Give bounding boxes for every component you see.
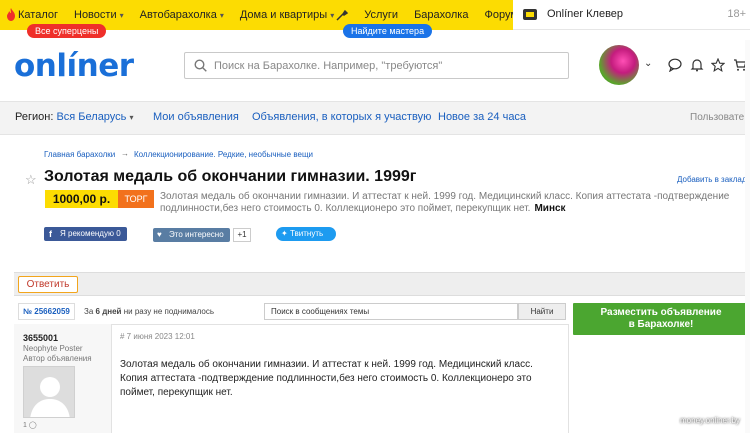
facebook-recommend-button[interactable]: fЯ рекомендую 0 <box>44 227 127 241</box>
region-value[interactable]: Вся Беларусь <box>56 111 126 123</box>
topnav-auto[interactable]: Автобарахолка ▾ <box>132 0 232 30</box>
user-placeholder-icon <box>30 377 70 417</box>
clever-label: Onlíner Клевер <box>547 8 624 20</box>
chevron-down-icon: ▾ <box>330 10 335 20</box>
vk-like-button[interactable]: ♥ Это интересно <box>153 228 230 242</box>
post-date[interactable]: # 7 июня 2023 12:01 <box>120 332 195 341</box>
tools-icon <box>336 9 348 21</box>
twitter-tweet-button[interactable]: ✦ Твитнуть <box>276 227 336 241</box>
region-selector[interactable]: Регион: Вся Беларусь ▾ <box>15 111 134 123</box>
post-author-rank: Neophyte Poster Автор объявления <box>23 344 92 363</box>
subnav-my-ads[interactable]: Мои объявления <box>153 111 239 123</box>
heart-icon: ♥ <box>157 230 162 239</box>
find-master-badge[interactable]: Найдите мастера <box>343 24 433 38</box>
subnav-participating[interactable]: Объявления, в которых я участвую <box>252 111 431 123</box>
clever-logo-icon <box>523 9 537 20</box>
page-title: Золотая медаль об окончании гимназии. 19… <box>44 168 417 185</box>
post-author-stats: 1 ◯ <box>23 422 37 429</box>
find-button[interactable]: Найти <box>518 303 566 320</box>
torg-badge: ТОРГ <box>118 190 154 208</box>
post-text: Золотая медаль об окончании гимназии. И … <box>120 359 533 398</box>
favorite-star-icon[interactable]: ☆ <box>25 172 37 188</box>
chevron-down-icon: ▾ <box>119 10 124 20</box>
avatar[interactable] <box>599 45 639 85</box>
reply-button[interactable]: Ответить <box>18 276 78 293</box>
arrow-right-icon: → <box>121 149 129 158</box>
facebook-icon: f <box>49 229 52 239</box>
place-ad-button[interactable]: Разместить объявление в Барахолке! <box>573 303 749 335</box>
add-bookmark-link[interactable]: Добавить в закладк <box>677 175 750 184</box>
ad-city: Минск <box>534 203 566 214</box>
thread-status: За 6 дней ни разу не поднималось <box>84 307 214 316</box>
search-input[interactable] <box>214 53 564 78</box>
comment-icon: ◯ <box>28 422 37 429</box>
chevron-down-icon: ▾ <box>219 10 224 20</box>
topnav-realty[interactable]: Дома и квартиры ▾ <box>232 0 342 30</box>
breadcrumb-home[interactable]: Главная барахолки <box>44 150 115 159</box>
watermark: money.onliner.by <box>680 416 740 425</box>
post-author[interactable]: 3655001 <box>23 333 58 343</box>
reply-toolbar <box>14 272 749 296</box>
bell-icon[interactable] <box>690 58 704 72</box>
chevron-down-icon: ▾ <box>129 113 134 122</box>
thread-id: № 25662059 <box>18 303 75 320</box>
breadcrumb-section[interactable]: Коллекционирование. Редкие, необычные ве… <box>134 150 313 159</box>
star-icon[interactable] <box>711 58 725 72</box>
thread-search-input[interactable] <box>264 303 518 320</box>
twitter-icon: ✦ <box>281 229 288 238</box>
chevron-down-icon[interactable]: ⌄ <box>644 58 652 69</box>
clever-panel[interactable]: Onlíner Клевер 18+ <box>513 0 750 30</box>
price-tag: 1000,00 р. <box>45 190 118 208</box>
chat-icon[interactable] <box>668 58 682 72</box>
ad-summary: Золотая медаль об окончании гимназии. И … <box>160 191 730 214</box>
search-icon <box>194 59 207 72</box>
post-avatar[interactable] <box>23 366 75 418</box>
subnav-new-24h[interactable]: Новое за 24 часа <box>438 111 526 123</box>
onliner-logo[interactable]: onlíner <box>14 48 134 84</box>
superprice-badge[interactable]: Все суперцены <box>27 24 107 38</box>
age-rating: 18+ <box>727 8 746 20</box>
vk-like-count: +1 <box>233 228 251 242</box>
subnav-users[interactable]: Пользовате <box>690 112 744 123</box>
scrollbar[interactable] <box>745 40 750 433</box>
